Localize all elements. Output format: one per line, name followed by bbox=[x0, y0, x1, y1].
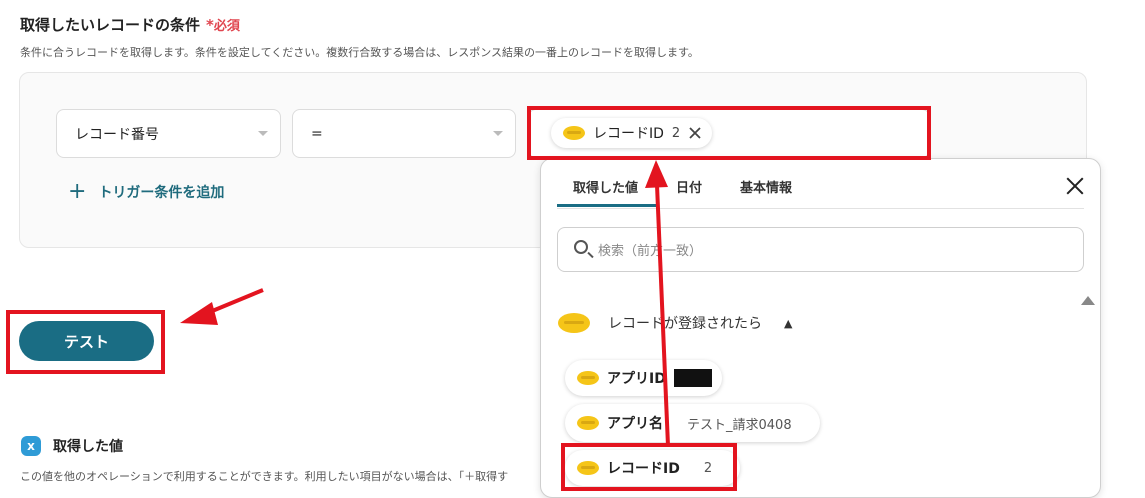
divider bbox=[557, 208, 1084, 209]
operator-select[interactable]: = bbox=[292, 109, 516, 158]
operator-select-value: = bbox=[311, 125, 323, 142]
required-label: 必須 bbox=[213, 19, 240, 34]
required-star: * bbox=[206, 16, 214, 34]
close-icon[interactable] bbox=[1065, 176, 1085, 196]
list-item-app-name[interactable]: アプリ名 テスト_請求0408 bbox=[565, 404, 820, 442]
group-label: レコードが登録されたら bbox=[608, 316, 762, 332]
group-header[interactable]: レコードが登録されたら ▲ bbox=[558, 313, 792, 333]
list-item-app-id[interactable]: アプリID bbox=[565, 360, 722, 396]
field-select-value: レコード番号 bbox=[75, 126, 159, 143]
plus-icon: + bbox=[68, 179, 87, 204]
tab-basic-info[interactable]: 基本情報 bbox=[740, 177, 792, 196]
tab-date[interactable]: 日付 bbox=[676, 177, 702, 196]
search-input[interactable]: 検索（前方一致） bbox=[557, 227, 1084, 272]
highlight-test-button bbox=[6, 310, 165, 374]
scroll-up-icon[interactable] bbox=[1081, 296, 1095, 305]
item-value: テスト_請求0408 bbox=[687, 417, 792, 433]
add-trigger-condition-button[interactable]: + トリガー条件を追加 bbox=[68, 181, 224, 203]
search-placeholder: 検索（前方一致） bbox=[598, 244, 703, 259]
result-title: 取得した値 bbox=[53, 439, 123, 455]
result-description: この値を他のオペレーションで利用することができます。利用したい項目がない場合は、… bbox=[20, 470, 509, 483]
section-description: 条件に合うレコードを取得します。条件を設定してください。複数行合致する場合は、レ… bbox=[20, 46, 699, 59]
yoom-icon: x bbox=[21, 436, 41, 456]
kintone-icon bbox=[577, 371, 599, 385]
field-select[interactable]: レコード番号 bbox=[56, 109, 281, 158]
highlight-value-box bbox=[527, 106, 931, 160]
redacted-value bbox=[673, 369, 712, 387]
chevron-up-icon: ▲ bbox=[784, 316, 793, 330]
item-label: アプリ名 bbox=[607, 416, 663, 432]
arrowhead-icon bbox=[180, 302, 218, 325]
arrow-to-test-button bbox=[204, 288, 264, 316]
section-title-text: 取得したいレコードの条件 bbox=[20, 16, 201, 34]
kintone-icon bbox=[558, 313, 590, 333]
active-tab-indicator bbox=[557, 204, 657, 207]
add-trigger-label: トリガー条件を追加 bbox=[98, 185, 225, 201]
search-icon bbox=[574, 240, 588, 254]
item-label: アプリID bbox=[607, 371, 666, 387]
chevron-down-icon bbox=[493, 131, 503, 136]
highlight-record-id-item bbox=[561, 443, 737, 491]
chevron-down-icon bbox=[258, 131, 268, 136]
section-title: 取得したいレコードの条件 *必須 bbox=[20, 14, 240, 35]
tab-acquired-values[interactable]: 取得した値 bbox=[573, 177, 638, 196]
kintone-icon bbox=[577, 416, 599, 430]
